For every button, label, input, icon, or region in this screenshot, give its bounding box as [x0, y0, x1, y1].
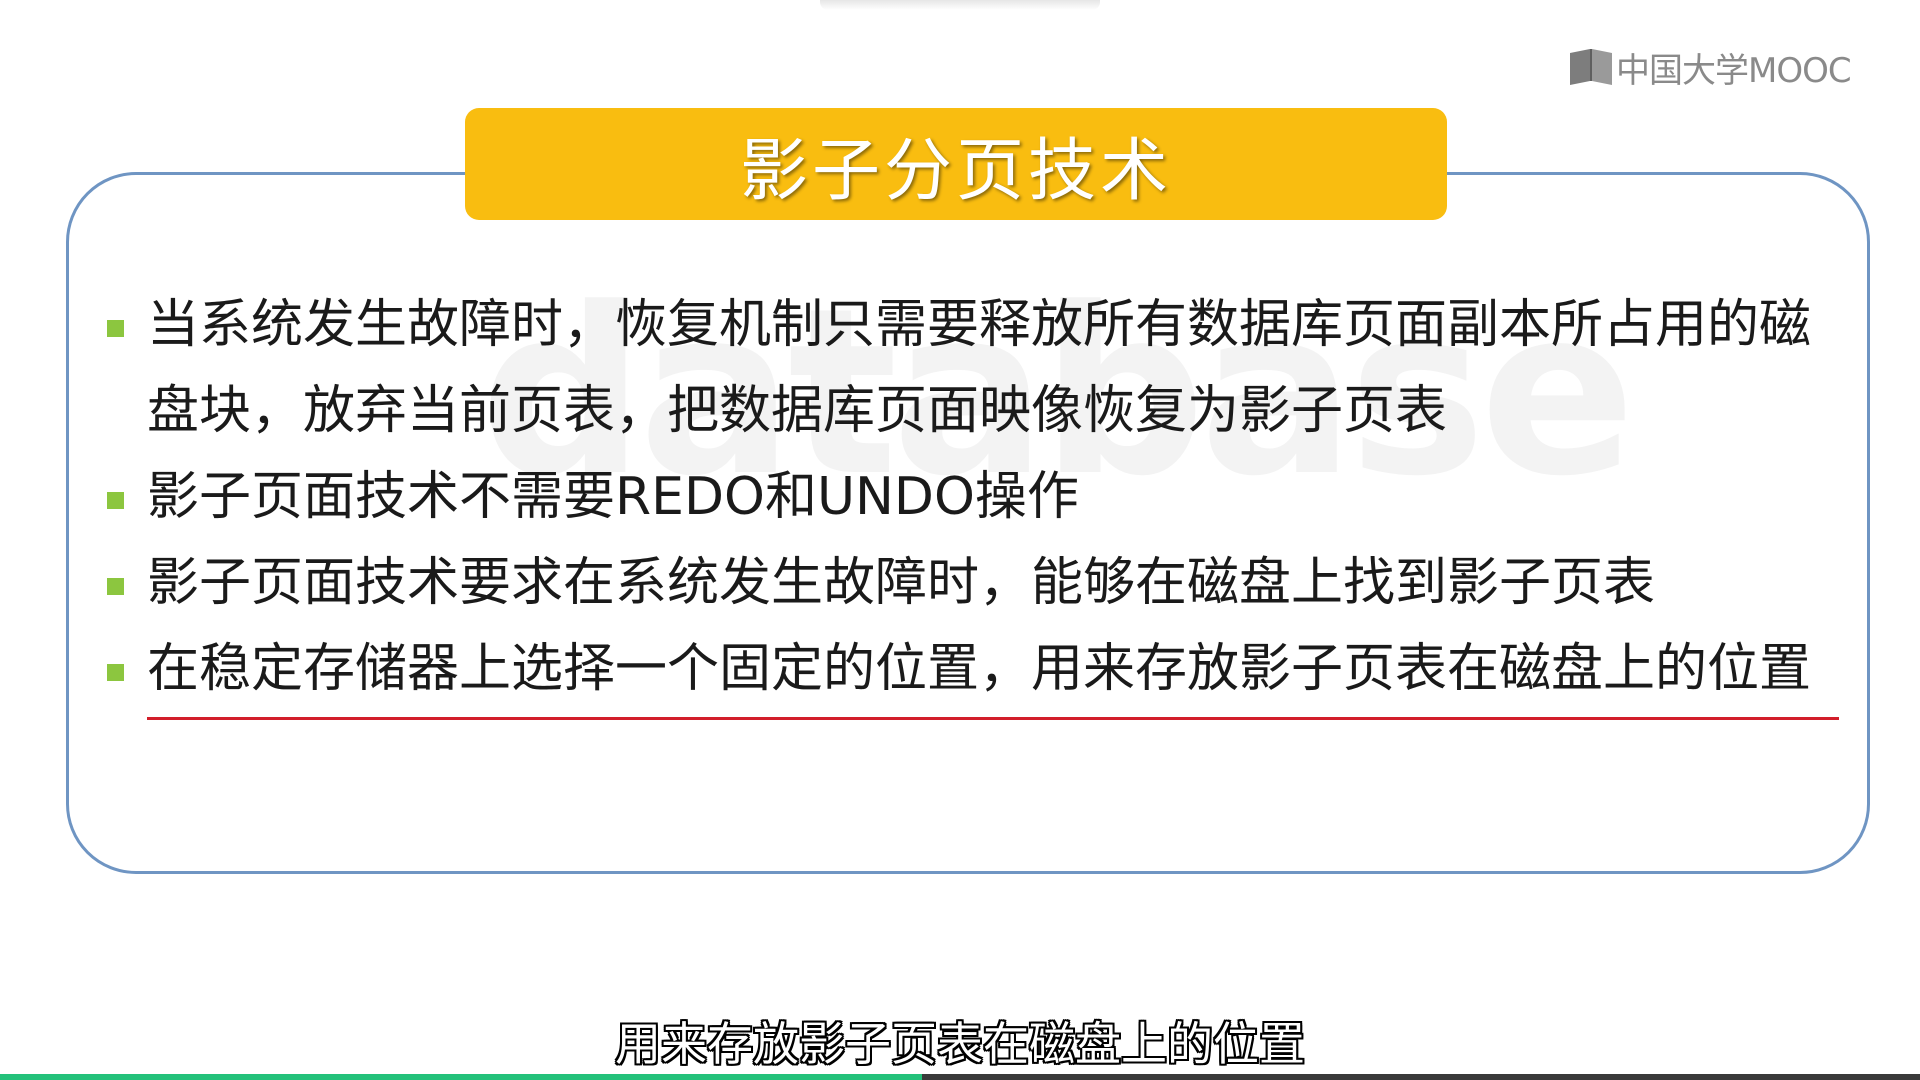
bullet-marker-icon: [107, 578, 124, 595]
logo-text: 中国大学MOOC: [1616, 50, 1852, 91]
bullet-list: 当系统发生故障时，恢复机制只需要释放所有数据库页面副本所占用的磁盘块，放弃当前页…: [105, 282, 1855, 712]
mooc-book-icon: [1568, 47, 1614, 87]
mooc-logo: 中国大学MOOC: [1568, 44, 1852, 91]
video-progress-bar[interactable]: [0, 1074, 1920, 1080]
bullet-marker-icon: [107, 492, 124, 509]
bullet-item: 影子页面技术要求在系统发生故障时，能够在磁盘上找到影子页表: [105, 540, 1855, 626]
slide-title: 影子分页技术: [739, 131, 1172, 211]
bullet-item: 当系统发生故障时，恢复机制只需要释放所有数据库页面副本所占用的磁盘块，放弃当前页…: [105, 282, 1855, 454]
highlight-underline: [147, 717, 1839, 720]
bullet-text: 影子页面技术不需要REDO和UNDO操作: [147, 467, 1079, 527]
video-subtitle: 用来存放影子页表在磁盘上的位置: [615, 1017, 1305, 1071]
bullet-item: 影子页面技术不需要REDO和UNDO操作: [105, 454, 1855, 540]
slide-title-banner: 影子分页技术: [465, 108, 1447, 220]
bullet-marker-icon: [107, 664, 124, 681]
bullet-text: 影子页面技术要求在系统发生故障时，能够在磁盘上找到影子页表: [147, 553, 1656, 613]
top-fade-decoration: [820, 0, 1100, 10]
bullet-marker-icon: [107, 320, 124, 337]
bullet-text: 在稳定存储器上选择一个固定的位置，用来存放影子页表在磁盘上的位置: [147, 639, 1812, 699]
bullet-text: 当系统发生故障时，恢复机制只需要释放所有数据库页面副本所占用的磁盘块，放弃当前页…: [147, 295, 1812, 441]
video-progress-fill: [0, 1074, 922, 1080]
bullet-item: 在稳定存储器上选择一个固定的位置，用来存放影子页表在磁盘上的位置: [105, 626, 1855, 712]
